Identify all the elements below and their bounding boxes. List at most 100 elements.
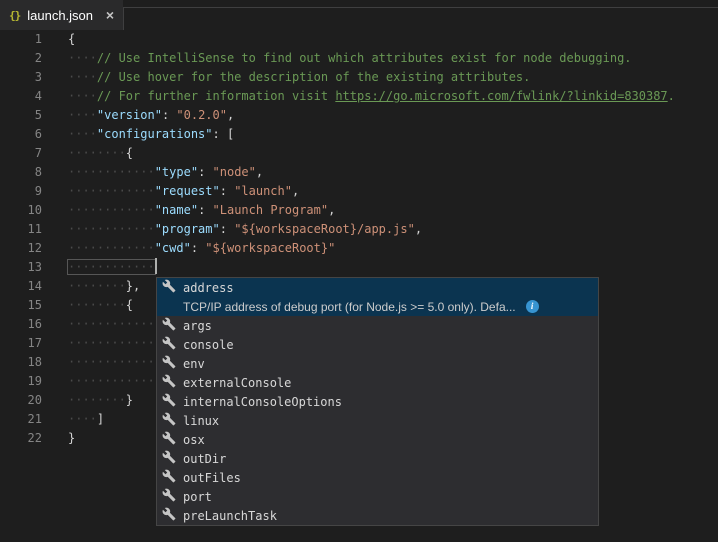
wrench-icon bbox=[162, 411, 183, 430]
code-token: } bbox=[68, 431, 75, 445]
suggest-item[interactable]: linux bbox=[157, 411, 598, 430]
code-token: ] bbox=[97, 412, 104, 426]
suggest-label: outFiles bbox=[183, 471, 241, 485]
suggest-selected-row[interactable]: address bbox=[157, 278, 598, 297]
close-icon[interactable]: × bbox=[106, 8, 114, 22]
code-text: ············"type": "node", bbox=[68, 165, 263, 179]
suggest-label: address bbox=[183, 281, 234, 295]
code-line[interactable]: 12············"cwd": "${workspaceRoot}" bbox=[0, 239, 718, 258]
whitespace-dots: ············ bbox=[68, 203, 155, 217]
code-text: ········{ bbox=[68, 298, 133, 312]
wrench-icon bbox=[162, 278, 183, 297]
code-token: "program" bbox=[155, 222, 220, 236]
code-token: , bbox=[292, 184, 299, 198]
code-text: } bbox=[68, 431, 75, 445]
code-token: "${workspaceRoot}/app.js" bbox=[234, 222, 415, 236]
code-text: ····// Use IntelliSense to find out whic… bbox=[68, 51, 632, 65]
suggest-label: preLaunchTask bbox=[183, 509, 277, 523]
line-number: 2 bbox=[0, 49, 42, 68]
code-text: { bbox=[68, 32, 75, 46]
suggest-label: linux bbox=[183, 414, 219, 428]
line-number: 7 bbox=[0, 144, 42, 163]
code-line[interactable]: 6 ····"configurations": [ bbox=[0, 125, 718, 144]
code-token: "Launch Program" bbox=[213, 203, 329, 217]
tab-launch-json[interactable]: {} launch.json × bbox=[0, 0, 123, 30]
code-token: } bbox=[126, 393, 133, 407]
suggest-item[interactable]: env bbox=[157, 354, 598, 373]
whitespace-dots: ········ bbox=[68, 393, 126, 407]
suggest-item[interactable]: osx bbox=[157, 430, 598, 449]
code-line[interactable]: 8············"type": "node", bbox=[0, 163, 718, 182]
line-number: 20 bbox=[0, 391, 42, 410]
suggest-item-selected[interactable]: address TCP/IP address of debug port (fo… bbox=[157, 278, 598, 316]
whitespace-dots: ········ bbox=[68, 146, 126, 160]
line-number: 15 bbox=[0, 296, 42, 315]
info-icon[interactable]: i bbox=[526, 300, 539, 313]
code-line[interactable]: 1{ bbox=[0, 30, 718, 49]
code-text: ············ bbox=[68, 317, 155, 331]
whitespace-dots: ···· bbox=[68, 108, 97, 122]
code-text: ····"version": "0.2.0", bbox=[68, 108, 234, 122]
code-token: "launch" bbox=[234, 184, 292, 198]
code-text: ········}, bbox=[68, 279, 140, 293]
code-token: : bbox=[198, 203, 212, 217]
code-line[interactable]: 3····// Use hover for the description of… bbox=[0, 68, 718, 87]
suggest-item[interactable]: port bbox=[157, 487, 598, 506]
line-number: 19 bbox=[0, 372, 42, 391]
whitespace-dots: ···· bbox=[68, 89, 97, 103]
code-token: : bbox=[220, 222, 234, 236]
code-text: ····// For further information visit htt… bbox=[68, 89, 675, 103]
wrench-icon bbox=[162, 354, 183, 373]
code-line[interactable]: 11············"program": "${workspaceRoo… bbox=[0, 220, 718, 239]
wrench-icon bbox=[162, 506, 183, 525]
tab-title: launch.json bbox=[27, 8, 99, 23]
suggest-label: externalConsole bbox=[183, 376, 291, 390]
code-line[interactable]: 5····"version": "0.2.0", bbox=[0, 106, 718, 125]
code-token: : bbox=[220, 184, 234, 198]
comment-link[interactable]: https://go.microsoft.com/fwlink/?linkid=… bbox=[335, 89, 667, 103]
suggest-item[interactable]: externalConsole bbox=[157, 373, 598, 392]
code-token: { bbox=[126, 146, 133, 160]
suggest-label: internalConsoleOptions bbox=[183, 395, 342, 409]
suggest-list: args console env externalConsole interna… bbox=[157, 316, 598, 525]
code-token: "name" bbox=[155, 203, 198, 217]
line-number: 21 bbox=[0, 410, 42, 429]
suggest-item[interactable]: outDir bbox=[157, 449, 598, 468]
json-file-icon: {} bbox=[9, 9, 20, 22]
code-line[interactable]: 10············"name": "Launch Program", bbox=[0, 201, 718, 220]
line-number: 6 bbox=[0, 125, 42, 144]
whitespace-dots: ········ bbox=[68, 298, 126, 312]
code-token: { bbox=[126, 298, 133, 312]
line-number: 3 bbox=[0, 68, 42, 87]
suggest-item[interactable]: console bbox=[157, 335, 598, 354]
code-text: ····"configurations": [ bbox=[68, 127, 234, 141]
code-token: , bbox=[227, 108, 234, 122]
code-token: { bbox=[68, 32, 75, 46]
code-line[interactable]: 13············ bbox=[0, 258, 718, 277]
line-number: 16 bbox=[0, 315, 42, 334]
whitespace-dots: ···· bbox=[68, 51, 97, 65]
tab-bar: {} launch.json × bbox=[0, 0, 718, 30]
code-line[interactable]: 7 ········{ bbox=[0, 144, 718, 163]
code-text: ············ bbox=[68, 260, 157, 274]
code-line[interactable]: 4····// For further information visit ht… bbox=[0, 87, 718, 106]
line-number: 17 bbox=[0, 334, 42, 353]
suggest-item[interactable]: preLaunchTask bbox=[157, 506, 598, 525]
code-text: ············"program": "${workspaceRoot}… bbox=[68, 222, 422, 236]
suggest-item[interactable]: internalConsoleOptions bbox=[157, 392, 598, 411]
code-token: }, bbox=[126, 279, 140, 293]
code-token: "${workspaceRoot}" bbox=[205, 241, 335, 255]
code-line[interactable]: 9············"request": "launch", bbox=[0, 182, 718, 201]
code-token: // For further information visit bbox=[97, 89, 335, 103]
code-token: , bbox=[415, 222, 422, 236]
whitespace-dots: ············ bbox=[68, 184, 155, 198]
suggest-item[interactable]: outFiles bbox=[157, 468, 598, 487]
code-token: "0.2.0" bbox=[176, 108, 227, 122]
suggest-item[interactable]: args bbox=[157, 316, 598, 335]
line-number: 12 bbox=[0, 239, 42, 258]
code-token: // Use hover for the description of the … bbox=[97, 70, 530, 84]
code-token: , bbox=[256, 165, 263, 179]
wrench-icon bbox=[162, 373, 183, 392]
suggest-description: TCP/IP address of debug port (for Node.j… bbox=[183, 300, 516, 314]
code-line[interactable]: 2 ····// Use IntelliSense to find out whi… bbox=[0, 49, 718, 68]
